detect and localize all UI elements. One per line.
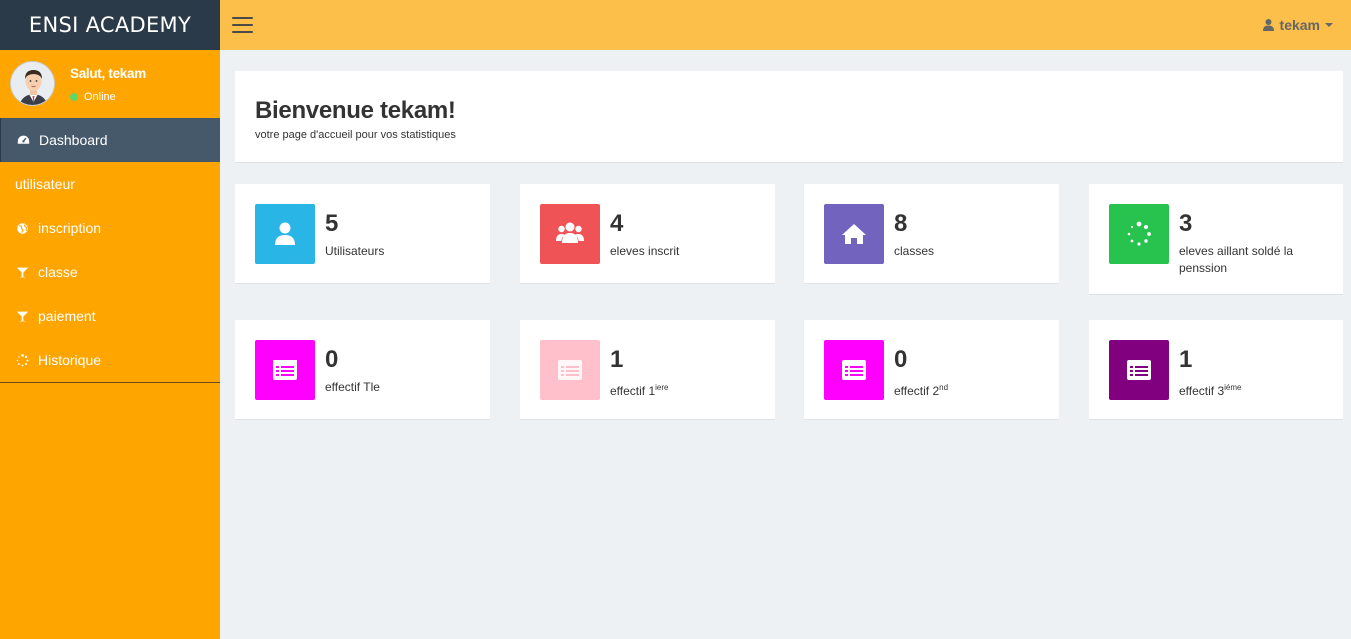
stat-label-text: effectif 3	[1179, 384, 1225, 398]
glass-icon	[15, 265, 29, 279]
welcome-box: Bienvenue tekam! votre page d'accueil po…	[235, 71, 1343, 163]
stat-label-text: effectif 1	[610, 384, 656, 398]
stat-card-classes[interactable]: 8 classes	[804, 184, 1059, 284]
stat-value: 5	[325, 210, 339, 237]
spinner-icon	[15, 353, 29, 367]
status-text: Online	[84, 91, 116, 103]
stat-value: 8	[894, 210, 908, 237]
stat-value: 0	[325, 346, 339, 373]
user-panel: Salut, tekam Online	[0, 50, 220, 118]
topbar: tekam	[220, 0, 1351, 50]
hamburger-line	[232, 31, 253, 33]
sidebar-item-inscription[interactable]: inscription	[0, 206, 220, 250]
stat-card-effectif-tle[interactable]: 0 effectif Tle	[235, 320, 490, 420]
user-menu-name: tekam	[1279, 17, 1320, 33]
glass-icon	[15, 309, 29, 323]
sidebar-item-paiement[interactable]: paiement	[0, 294, 220, 338]
spinner-icon	[1109, 204, 1169, 264]
sidebar-item-historique[interactable]: Historique	[0, 338, 220, 382]
stat-label-text: effectif Tle	[325, 380, 380, 394]
sidebar-item-label: Dashboard	[39, 132, 108, 148]
stat-label-sup: nd	[939, 383, 949, 392]
list-icon	[540, 340, 600, 400]
stat-label: effectif 1iere	[610, 379, 760, 400]
brand-logo[interactable]: ENSI ACADEMY	[0, 0, 220, 50]
menu-divider	[0, 382, 220, 383]
list-icon	[1109, 340, 1169, 400]
user-greeting: Salut, tekam	[70, 66, 146, 81]
avatar	[10, 61, 55, 106]
sidebar-item-dashboard[interactable]: Dashboard	[0, 118, 220, 162]
stat-value: 0	[894, 346, 908, 373]
hamburger-line	[232, 17, 253, 19]
stat-label-sup: iéme	[1224, 383, 1242, 392]
sidebar-item-utilisateur[interactable]: utilisateur	[0, 162, 220, 206]
user-menu-dropdown[interactable]: tekam	[1262, 17, 1333, 33]
sidebar-item-classe[interactable]: classe	[0, 250, 220, 294]
stat-card-utilisateurs[interactable]: 5 Utilisateurs	[235, 184, 490, 284]
user-icon	[1262, 19, 1274, 31]
stat-label: eleves inscrit	[610, 244, 680, 258]
stat-value: 1	[610, 346, 624, 373]
globe-icon	[15, 221, 29, 235]
stat-label-sup: iere	[655, 383, 669, 392]
stat-card-effectif-2nd[interactable]: 0 effectif 2nd	[804, 320, 1059, 420]
sidebar-item-label: utilisateur	[15, 176, 75, 192]
list-icon	[824, 340, 884, 400]
list-icon	[255, 340, 315, 400]
stat-card-effectif-1ere[interactable]: 1 effectif 1iere	[520, 320, 775, 420]
online-status: Online	[70, 91, 116, 103]
stat-label: effectif Tle	[325, 379, 475, 396]
caret-down-icon	[1325, 23, 1333, 27]
stat-value: 3	[1179, 210, 1193, 237]
users-icon	[540, 204, 600, 264]
stat-label: Utilisateurs	[325, 244, 385, 258]
sidebar-item-label: classe	[38, 264, 78, 280]
home-icon	[824, 204, 884, 264]
sidebar-menu: Dashboard utilisateur inscription classe…	[0, 118, 220, 382]
sidebar-item-label: paiement	[38, 308, 96, 324]
stat-label: eleves aillant soldé la penssion	[1179, 244, 1294, 275]
sidebar-toggle-button[interactable]	[232, 17, 253, 33]
page-subtitle: votre page d'accueil pour vos statistiqu…	[255, 129, 456, 141]
stat-label: effectif 3iéme	[1179, 379, 1329, 400]
stat-card-eleves-inscrit[interactable]: 4 eleves inscrit	[520, 184, 775, 284]
sidebar: ENSI ACADEMY Salut, tekam Online Dashboa…	[0, 0, 220, 639]
page-title: Bienvenue tekam!	[255, 97, 456, 124]
hamburger-line	[232, 24, 253, 26]
online-dot-icon	[70, 93, 78, 101]
sidebar-item-label: Historique	[38, 352, 102, 368]
stat-card-eleves-solde[interactable]: 3 eleves aillant soldé la penssion	[1089, 184, 1343, 295]
stat-card-effectif-3eme[interactable]: 1 effectif 3iéme	[1089, 320, 1343, 420]
stat-label: effectif 2nd	[894, 379, 1044, 400]
stat-value: 1	[1179, 346, 1193, 373]
stat-label-text: effectif 2	[894, 384, 940, 398]
dashboard-icon	[16, 133, 30, 147]
user-icon	[255, 204, 315, 264]
stat-label: classes	[894, 244, 935, 258]
stat-value: 4	[610, 210, 624, 237]
sidebar-item-label: inscription	[38, 220, 102, 236]
